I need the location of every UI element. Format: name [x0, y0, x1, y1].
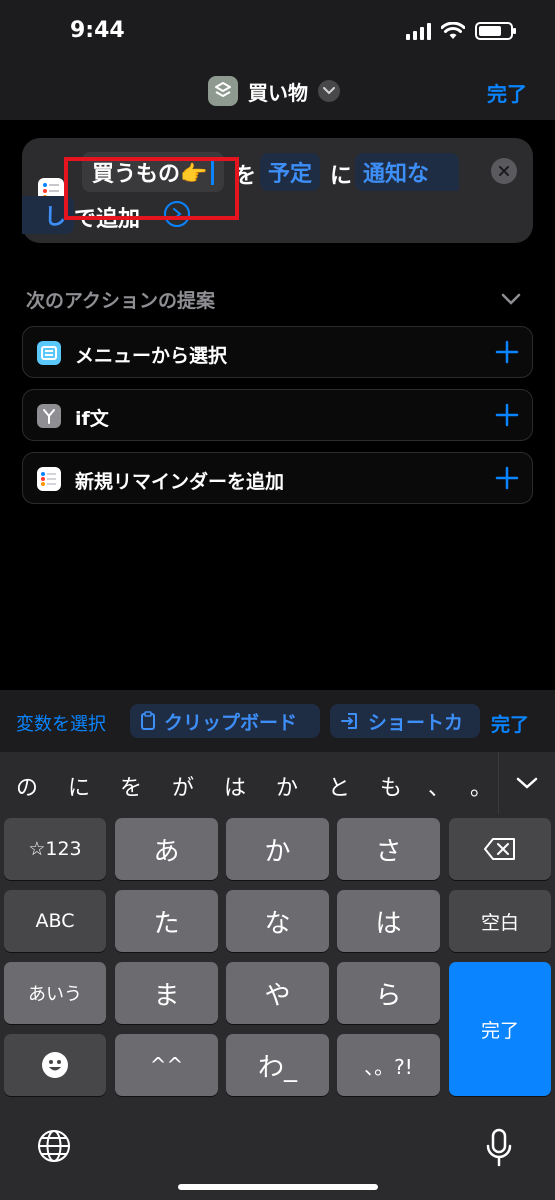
- menu-icon: [37, 341, 61, 365]
- japanese-kana-keyboard: の に を が は か と も 、 。 ☆123 あ か さ ABC た な は…: [0, 752, 555, 1200]
- key-ra[interactable]: ら: [337, 962, 440, 1024]
- shortcut-input-icon: [341, 713, 357, 729]
- key-emoji[interactable]: [4, 1034, 106, 1096]
- variable-toolbar: 変数を選択 クリップボード ショートカ 完了: [0, 690, 555, 752]
- key-kana-mode[interactable]: あいう: [4, 962, 106, 1024]
- nav-bar: 買い物 完了: [0, 62, 555, 120]
- candidate-bar: の に を が は か と も 、 。: [0, 752, 555, 814]
- shortcut-input-variable-chip[interactable]: ショートカ: [330, 704, 480, 738]
- key-ma[interactable]: ま: [115, 962, 218, 1024]
- status-time: 9:44: [70, 18, 125, 43]
- key-punctuation[interactable]: 、。?!: [337, 1034, 440, 1096]
- candidate-item[interactable]: も: [380, 770, 402, 802]
- key-na[interactable]: な: [226, 890, 329, 952]
- wifi-icon: [441, 22, 465, 39]
- cellular-signal-icon: [406, 22, 431, 40]
- add-reminder-action-card: 買うもの👉 を 予定 に 通知な し で追加: [22, 138, 533, 243]
- list-token[interactable]: 予定: [260, 153, 321, 191]
- suggestion-choose-from-menu[interactable]: メニューから選択: [22, 326, 533, 378]
- plus-icon[interactable]: [494, 465, 520, 491]
- candidate-item[interactable]: か: [276, 770, 298, 802]
- suggestions-header: 次のアクションの提案: [26, 290, 216, 312]
- candidate-item[interactable]: の: [16, 770, 38, 802]
- candidate-item[interactable]: は: [224, 770, 246, 802]
- suggestion-label: 新規リマインダーを追加: [75, 471, 285, 493]
- key-delete[interactable]: [449, 818, 551, 880]
- candidate-item[interactable]: と: [328, 770, 350, 802]
- key-ha[interactable]: は: [337, 890, 440, 952]
- key-ya[interactable]: や: [226, 962, 329, 1024]
- globe-icon[interactable]: [36, 1128, 72, 1164]
- highlight-annotation-box: [64, 157, 239, 220]
- editor-main: 買うもの👉 を 予定 に 通知な し で追加 次のアクションの提案 メニューから…: [0, 120, 555, 690]
- candidate-item[interactable]: 、: [428, 770, 450, 802]
- candidate-item[interactable]: に: [68, 770, 90, 802]
- key-sa[interactable]: さ: [337, 818, 440, 880]
- nav-done-button[interactable]: 完了: [487, 78, 527, 107]
- key-space[interactable]: 空白: [449, 890, 551, 952]
- status-bar: 9:44: [0, 0, 555, 62]
- candidate-item[interactable]: を: [120, 770, 142, 802]
- branch-icon: [37, 404, 61, 428]
- shortcut-input-label: ショートカ: [368, 711, 464, 734]
- expand-candidates-chevron-icon[interactable]: [498, 752, 555, 814]
- key-symbols[interactable]: ☆123: [4, 818, 106, 880]
- status-icons: [406, 22, 516, 40]
- candidate-item[interactable]: 。: [470, 770, 492, 802]
- suggestion-if[interactable]: if文: [22, 389, 533, 441]
- key-a[interactable]: あ: [115, 818, 218, 880]
- suggestion-add-new-reminder[interactable]: 新規リマインダーを追加: [22, 452, 533, 504]
- suggestion-label: メニューから選択: [75, 345, 228, 367]
- delete-backspace-icon: [484, 838, 515, 860]
- key-ka[interactable]: か: [226, 818, 329, 880]
- plus-icon[interactable]: [494, 339, 520, 365]
- shortcuts-app-icon: [208, 76, 238, 106]
- clipboard-icon: [141, 711, 155, 730]
- collapse-suggestions-chevron-icon[interactable]: [501, 290, 521, 309]
- microphone-icon[interactable]: [484, 1128, 514, 1168]
- chevron-down-icon: [318, 80, 340, 102]
- key-abc[interactable]: ABC: [4, 890, 106, 952]
- nav-title: 買い物: [248, 80, 308, 105]
- key-wa[interactable]: わ_: [226, 1034, 329, 1096]
- home-indicator[interactable]: [178, 1184, 378, 1190]
- plus-icon[interactable]: [494, 402, 520, 428]
- clipboard-variable-chip[interactable]: クリップボード: [130, 704, 320, 738]
- remove-action-button[interactable]: [491, 158, 517, 184]
- select-variable-button[interactable]: 変数を選択: [16, 710, 106, 736]
- battery-icon: [475, 22, 516, 40]
- key-done[interactable]: 完了: [449, 962, 551, 1096]
- emoji-icon: [42, 1052, 68, 1078]
- clipboard-label: クリップボード: [164, 711, 298, 734]
- suggestion-label: if文: [75, 408, 109, 430]
- shortcut-title-menu[interactable]: 買い物: [208, 76, 340, 106]
- key-dakuten[interactable]: ^^: [115, 1034, 218, 1096]
- key-ta[interactable]: た: [115, 890, 218, 952]
- candidate-item[interactable]: が: [172, 770, 194, 802]
- toolbar-done-button[interactable]: 完了: [484, 710, 529, 737]
- particle-ni: に: [330, 164, 353, 189]
- alert-token[interactable]: 通知な: [355, 153, 460, 191]
- reminders-icon: [37, 467, 61, 491]
